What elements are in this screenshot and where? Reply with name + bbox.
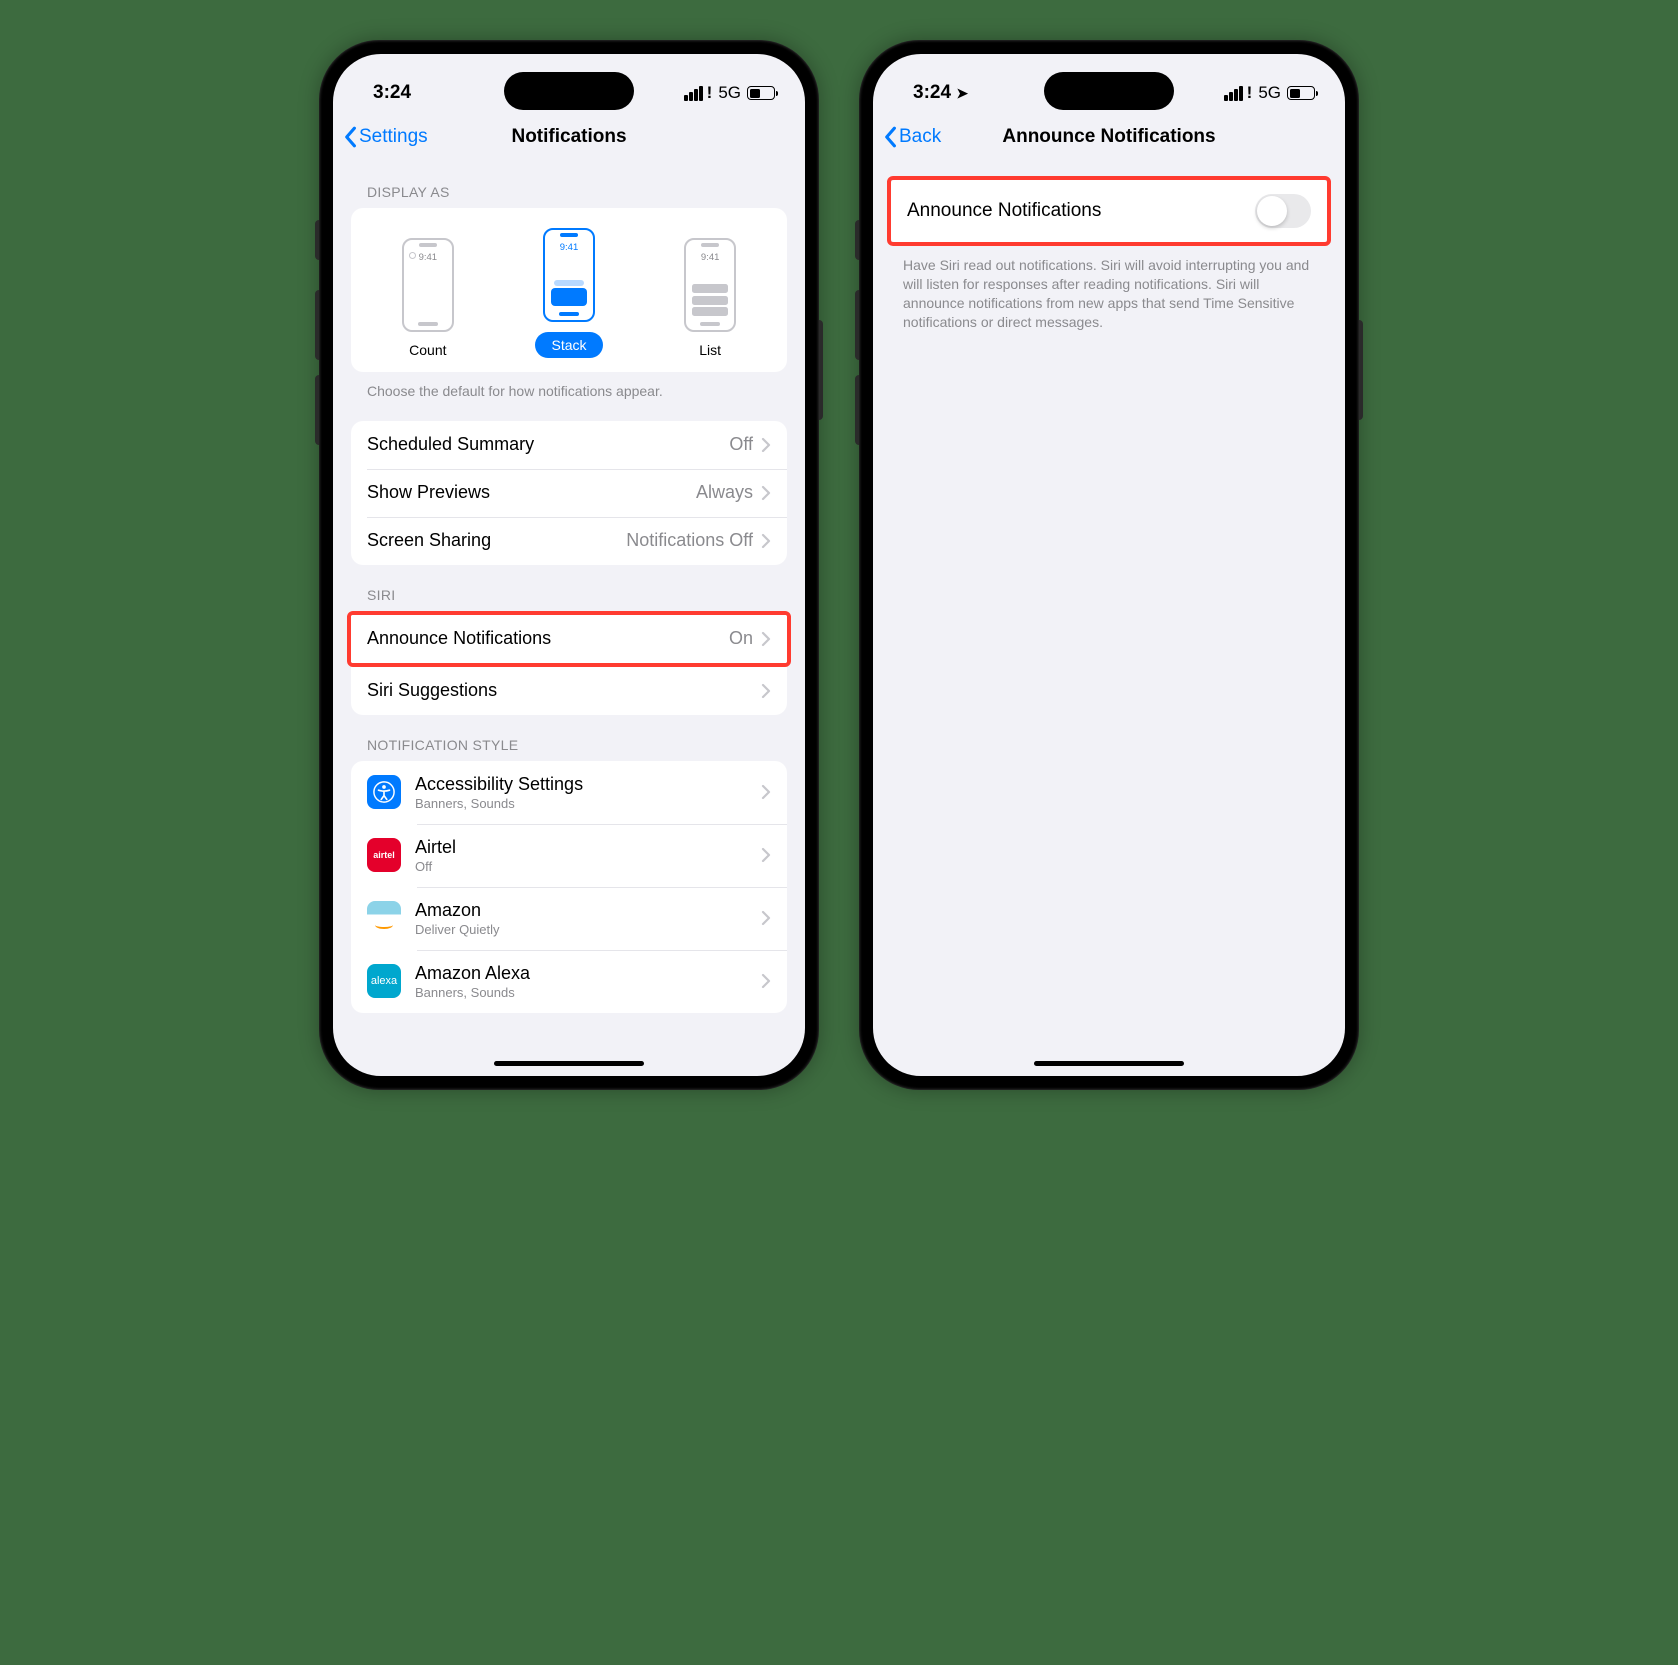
network-label: 5G: [718, 83, 741, 103]
highlight-toggle: Announce Notifications: [887, 176, 1331, 246]
section-notification-style: NOTIFICATION STYLE: [333, 715, 805, 761]
home-indicator[interactable]: [494, 1061, 644, 1066]
chevron-right-icon: [761, 910, 771, 926]
display-option-count[interactable]: 9:41 Count: [402, 238, 454, 358]
nav-bar: Settings Notifications: [333, 112, 805, 162]
notification-style-group: Accessibility Settings Banners, Sounds a…: [351, 761, 787, 1013]
app-row-alexa[interactable]: alexa Amazon Alexa Banners, Sounds: [351, 950, 787, 1013]
screen-announce: 3:24 ➤ ! 5G Back Announce Notifications …: [873, 54, 1345, 1076]
phone-left: 3:24 ! 5G Settings Notifications DISPLAY…: [319, 40, 819, 1090]
display-as-card: 9:41 Count 9:41 Stack: [351, 208, 787, 372]
back-button[interactable]: Settings: [343, 126, 428, 148]
chevron-right-icon: [761, 847, 771, 863]
notification-options-group: Scheduled Summary Off Show Previews Alwa…: [351, 421, 787, 565]
dynamic-island: [504, 72, 634, 110]
chevron-right-icon: [761, 973, 771, 989]
chevron-right-icon: [761, 485, 771, 501]
chevron-left-icon: [343, 126, 357, 148]
status-time: 3:24 ➤: [913, 82, 968, 104]
nav-bar: Back Announce Notifications: [873, 112, 1345, 162]
row-scheduled-summary[interactable]: Scheduled Summary Off: [351, 421, 787, 469]
chevron-right-icon: [761, 784, 771, 800]
app-row-accessibility[interactable]: Accessibility Settings Banners, Sounds: [351, 761, 787, 824]
back-label: Back: [899, 126, 941, 148]
app-row-amazon[interactable]: Amazon Deliver Quietly: [351, 887, 787, 950]
row-show-previews[interactable]: Show Previews Always: [351, 469, 787, 517]
announce-description: Have Siri read out notifications. Siri w…: [873, 246, 1345, 338]
signal-icon: [1224, 86, 1243, 101]
airtel-icon: airtel: [367, 838, 401, 872]
app-row-airtel[interactable]: airtel Airtel Off: [351, 824, 787, 887]
section-display-as: DISPLAY AS: [333, 162, 805, 208]
phone-right: 3:24 ➤ ! 5G Back Announce Notifications …: [859, 40, 1359, 1090]
amazon-icon: [367, 901, 401, 935]
home-indicator[interactable]: [1034, 1061, 1184, 1066]
dynamic-island: [1044, 72, 1174, 110]
display-option-stack[interactable]: 9:41 Stack: [535, 228, 602, 358]
chevron-right-icon: [761, 533, 771, 549]
battery-icon: [747, 86, 775, 100]
section-siri: SIRI: [333, 565, 805, 611]
row-siri-suggestions[interactable]: Siri Suggestions: [351, 667, 787, 715]
siri-group-rest: Siri Suggestions: [351, 667, 787, 715]
network-label: 5G: [1258, 83, 1281, 103]
accessibility-icon: [367, 775, 401, 809]
row-announce-toggle: Announce Notifications: [891, 180, 1327, 242]
signal-icon: [684, 86, 703, 101]
toggle-knob: [1257, 196, 1287, 226]
page-title: Announce Notifications: [873, 126, 1345, 148]
location-icon: ➤: [956, 85, 968, 101]
chevron-right-icon: [761, 683, 771, 699]
announce-toggle[interactable]: [1255, 194, 1311, 228]
status-time: 3:24: [373, 82, 411, 104]
row-screen-sharing[interactable]: Screen Sharing Notifications Off: [351, 517, 787, 565]
back-button[interactable]: Back: [883, 126, 941, 148]
screen-notifications: 3:24 ! 5G Settings Notifications DISPLAY…: [333, 54, 805, 1076]
display-option-list[interactable]: 9:41 List: [684, 238, 736, 358]
battery-icon: [1287, 86, 1315, 100]
back-label: Settings: [359, 126, 428, 148]
chevron-right-icon: [761, 631, 771, 647]
alexa-icon: alexa: [367, 964, 401, 998]
display-footer: Choose the default for how notifications…: [333, 372, 805, 407]
highlight-announce: Announce Notifications On: [347, 611, 791, 667]
chevron-right-icon: [761, 437, 771, 453]
chevron-left-icon: [883, 126, 897, 148]
row-announce-notifications[interactable]: Announce Notifications On: [351, 615, 787, 663]
